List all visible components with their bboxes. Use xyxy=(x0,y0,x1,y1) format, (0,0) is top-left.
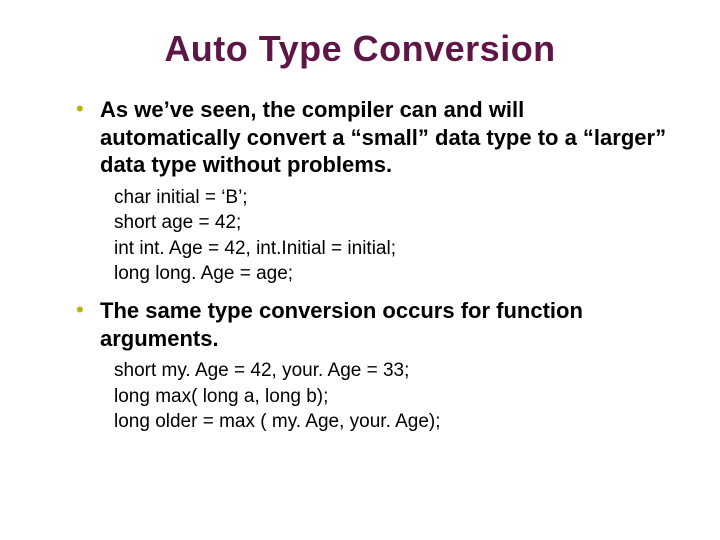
code-line: char initial = ‘B’; xyxy=(114,185,670,211)
bullet-lead: The same type conversion occurs for func… xyxy=(100,297,670,352)
bullet-item: As we’ve seen, the compiler can and will… xyxy=(76,96,670,287)
slide: Auto Type Conversion As we’ve seen, the … xyxy=(0,0,720,540)
bullet-lead: As we’ve seen, the compiler can and will… xyxy=(100,96,670,179)
code-line: short age = 42; xyxy=(114,210,670,236)
code-line: long older = max ( my. Age, your. Age); xyxy=(114,409,670,435)
code-block: short my. Age = 42, your. Age = 33; long… xyxy=(114,358,670,435)
bullet-item: The same type conversion occurs for func… xyxy=(76,297,670,435)
code-line: short my. Age = 42, your. Age = 33; xyxy=(114,358,670,384)
code-line: long long. Age = age; xyxy=(114,261,670,287)
code-block: char initial = ‘B’; short age = 42; int … xyxy=(114,185,670,288)
code-line: int int. Age = 42, int.Initial = initial… xyxy=(114,236,670,262)
bullet-list: As we’ve seen, the compiler can and will… xyxy=(50,96,670,435)
slide-title: Auto Type Conversion xyxy=(50,28,670,70)
code-line: long max( long a, long b); xyxy=(114,384,670,410)
